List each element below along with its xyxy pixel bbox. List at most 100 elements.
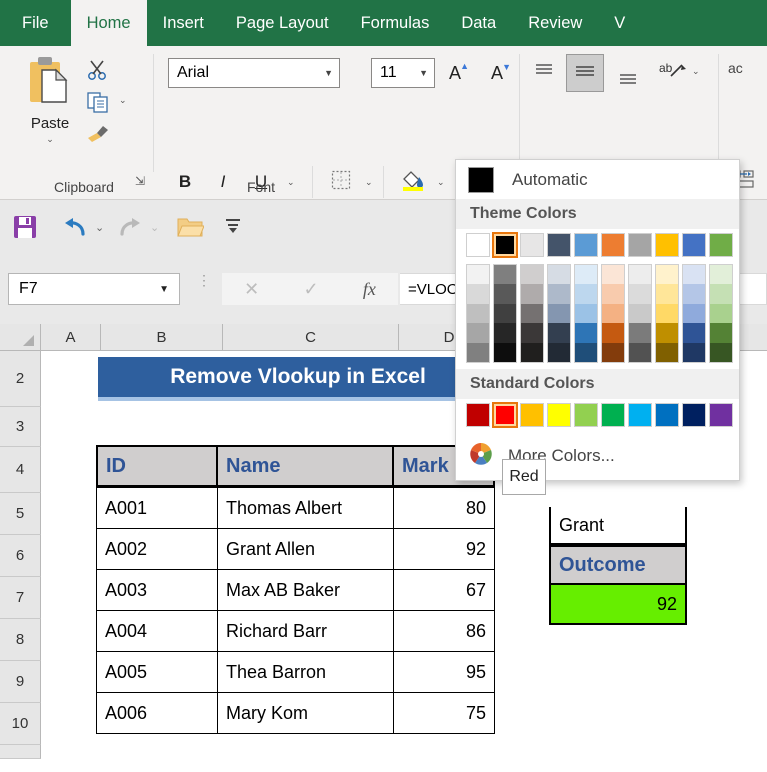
theme-color-variant-swatch[interactable] (494, 303, 516, 324)
theme-color-variant-swatch[interactable] (683, 342, 705, 362)
font-size-combobox[interactable]: 11 ▼ (371, 58, 435, 88)
theme-color-swatch[interactable] (574, 233, 598, 257)
chevron-down-icon[interactable]: ▼ (159, 284, 169, 295)
theme-color-variant-swatch[interactable] (710, 323, 732, 343)
theme-color-variant-swatch[interactable] (521, 303, 543, 324)
cell-c9-name[interactable]: Thea Barron (217, 651, 394, 693)
row-header-8[interactable]: 8 (0, 619, 41, 661)
cell-b7-id[interactable]: A003 (96, 569, 218, 611)
tab-data[interactable]: Data (445, 0, 512, 46)
theme-color-variant-swatch[interactable] (575, 342, 597, 362)
cell-b5-id[interactable]: A001 (96, 487, 218, 529)
customize-qat-button[interactable] (223, 216, 243, 241)
theme-color-variant-swatch[interactable] (683, 303, 705, 324)
tab-file[interactable]: File (0, 0, 71, 46)
theme-color-variant-swatch[interactable] (710, 265, 732, 285)
redo-button[interactable] (117, 214, 143, 245)
align-bottom-button[interactable] (614, 66, 642, 92)
cell-d9-mark[interactable]: 95 (393, 651, 495, 693)
theme-color-variant-column[interactable] (493, 264, 517, 363)
undo-button[interactable] (62, 214, 88, 245)
theme-color-variant-column[interactable] (709, 264, 733, 363)
theme-color-variant-swatch[interactable] (575, 303, 597, 324)
theme-color-variant-swatch[interactable] (656, 265, 678, 285)
row-header-6[interactable]: 6 (0, 535, 41, 577)
row-header-5[interactable]: 5 (0, 493, 41, 535)
increase-font-size-button[interactable]: A ▲ (440, 60, 470, 86)
save-button[interactable] (12, 214, 38, 245)
row-header-2[interactable]: 2 (0, 351, 41, 407)
theme-color-variant-column[interactable] (520, 264, 544, 363)
cell-c10-name[interactable]: Mary Kom (217, 692, 394, 734)
theme-color-variant-swatch[interactable] (629, 323, 651, 343)
theme-color-variant-swatch[interactable] (602, 342, 624, 362)
theme-color-swatch[interactable] (682, 233, 706, 257)
tab-page-layout[interactable]: Page Layout (220, 0, 345, 46)
tab-review[interactable]: Review (512, 0, 598, 46)
cell-b6-id[interactable]: A002 (96, 528, 218, 570)
cell-f6-outcome-header[interactable]: Outcome (549, 545, 687, 585)
theme-color-variant-column[interactable] (682, 264, 706, 363)
theme-color-variant-swatch[interactable] (548, 323, 570, 343)
theme-color-variant-swatch[interactable] (467, 284, 489, 304)
theme-color-variant-swatch[interactable] (467, 303, 489, 324)
theme-color-variant-swatch[interactable] (548, 265, 570, 285)
insert-function-fx-icon[interactable]: fx (363, 279, 376, 300)
row-header-4[interactable]: 4 (0, 447, 41, 493)
cell-c7-name[interactable]: Max AB Baker (217, 569, 394, 611)
theme-color-variant-column[interactable] (628, 264, 652, 363)
undo-dropdown-chevron-icon[interactable]: ⌄ (95, 221, 104, 234)
theme-color-variant-swatch[interactable] (467, 342, 489, 362)
tab-insert[interactable]: Insert (147, 0, 220, 46)
theme-color-variant-swatch[interactable] (494, 342, 516, 362)
theme-color-variant-swatch[interactable] (683, 284, 705, 304)
theme-color-swatch[interactable] (655, 233, 679, 257)
theme-color-variant-swatch[interactable] (467, 323, 489, 343)
align-middle-button[interactable] (566, 54, 604, 92)
redo-dropdown-chevron-icon[interactable]: ⌄ (150, 221, 159, 234)
theme-color-variant-swatch[interactable] (521, 323, 543, 343)
theme-color-variant-column[interactable] (574, 264, 598, 363)
theme-color-variant-swatch[interactable] (710, 284, 732, 304)
theme-color-variant-swatch[interactable] (656, 342, 678, 362)
theme-color-variant-column[interactable] (547, 264, 571, 363)
theme-color-variant-swatch[interactable] (629, 303, 651, 324)
cell-b8-id[interactable]: A004 (96, 610, 218, 652)
theme-color-variant-swatch[interactable] (683, 265, 705, 285)
theme-color-variant-swatch[interactable] (575, 265, 597, 285)
column-header-c[interactable]: C (223, 324, 399, 351)
cancel-x-icon[interactable]: ✕ (244, 279, 259, 300)
theme-color-swatch[interactable] (709, 233, 733, 257)
standard-color-swatch[interactable] (574, 403, 598, 427)
theme-color-variant-swatch[interactable] (602, 323, 624, 343)
select-all-corner-button[interactable] (0, 324, 41, 351)
theme-color-variant-swatch[interactable] (467, 265, 489, 285)
standard-color-swatch[interactable] (492, 402, 518, 428)
row-header-9[interactable]: 9 (0, 661, 41, 703)
theme-color-variant-swatch[interactable] (656, 303, 678, 324)
theme-color-variant-swatch[interactable] (494, 323, 516, 343)
theme-color-variant-column[interactable] (601, 264, 625, 363)
column-header-b[interactable]: B (101, 324, 223, 351)
cell-b9-id[interactable]: A005 (96, 651, 218, 693)
theme-color-variant-swatch[interactable] (602, 284, 624, 304)
cell-d8-mark[interactable]: 86 (393, 610, 495, 652)
theme-color-variant-swatch[interactable] (548, 303, 570, 324)
cell-c4-header-name[interactable]: Name (218, 445, 394, 487)
theme-color-swatch[interactable] (601, 233, 625, 257)
name-box-resize-handle[interactable]: ⋮ (197, 273, 211, 287)
row-header-10[interactable]: 10 (0, 703, 41, 745)
theme-color-variant-swatch[interactable] (548, 342, 570, 362)
standard-color-swatch[interactable] (601, 403, 625, 427)
theme-color-variant-swatch[interactable] (683, 323, 705, 343)
borders-dropdown-chevron-icon[interactable]: ⌄ (365, 177, 373, 188)
fill-color-dropdown-chevron-icon[interactable]: ⌄ (437, 177, 445, 188)
open-button[interactable] (176, 214, 205, 245)
row-header-3[interactable]: 3 (0, 407, 41, 447)
theme-color-variant-swatch[interactable] (602, 303, 624, 324)
column-header-a[interactable]: A (41, 324, 101, 351)
theme-color-variant-swatch[interactable] (629, 265, 651, 285)
cell-f5-lookup-value[interactable]: Grant (549, 507, 687, 545)
theme-color-variant-swatch[interactable] (629, 342, 651, 362)
cell-b4-header-id[interactable]: ID (96, 445, 218, 487)
